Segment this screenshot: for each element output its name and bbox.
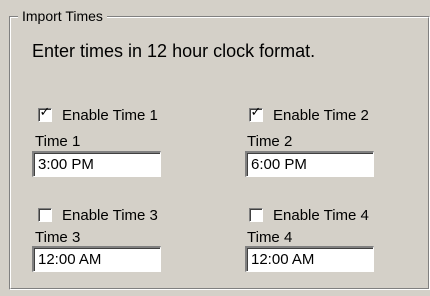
checkmark-icon (250, 206, 262, 220)
time-3-label: Time 3 (35, 229, 81, 246)
enable-time-1-checkbox[interactable]: ✓ Enable Time 1 (38, 106, 158, 124)
enable-time-2-label: Enable Time 2 (273, 106, 369, 124)
checkbox-box[interactable] (249, 208, 263, 222)
enable-time-3-checkbox[interactable]: Enable Time 3 (38, 206, 158, 224)
enable-time-1-label: Enable Time 1 (62, 106, 158, 124)
import-times-panel: Import Times Enter times in 12 hour cloc… (0, 0, 430, 296)
checkbox-box[interactable]: ✓ (249, 105, 263, 122)
enable-time-4-checkbox[interactable]: Enable Time 4 (249, 206, 369, 224)
time-2-label: Time 2 (247, 133, 293, 150)
time-1-label: Time 1 (35, 133, 81, 150)
checkbox-box[interactable]: ✓ (38, 105, 52, 122)
time-4-input[interactable] (245, 246, 374, 272)
checkmark-icon: ✓ (250, 105, 262, 120)
groupbox-title: Import Times (18, 8, 107, 24)
enable-time-2-checkbox[interactable]: ✓ Enable Time 2 (249, 106, 369, 124)
instructions-text: Enter times in 12 hour clock format. (32, 41, 316, 61)
time-4-label: Time 4 (247, 229, 293, 246)
time-1-input[interactable] (32, 151, 161, 177)
checkbox-box[interactable] (38, 208, 52, 222)
enable-time-3-label: Enable Time 3 (62, 206, 158, 224)
time-2-input[interactable] (245, 151, 374, 177)
checkmark-icon: ✓ (39, 105, 51, 120)
checkmark-icon (39, 206, 51, 220)
enable-time-4-label: Enable Time 4 (273, 206, 369, 224)
time-3-input[interactable] (32, 246, 161, 272)
